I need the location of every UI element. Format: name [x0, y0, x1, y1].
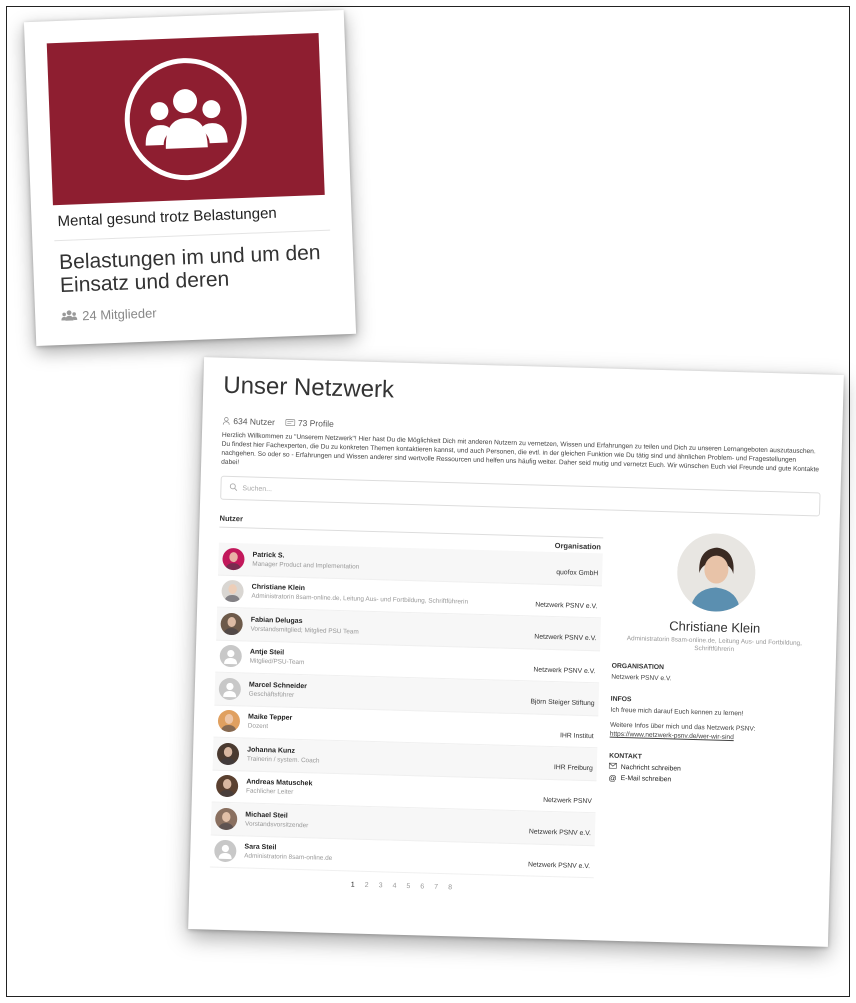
row-user-organisation: Netzwerk PSNV: [543, 796, 592, 805]
network-content: Nutzer Organisation Patrick S. Manager Pr…: [209, 513, 819, 902]
search-input[interactable]: Suchen...: [220, 475, 821, 517]
row-user-organisation: quofox GmbH: [556, 569, 599, 578]
row-user-info: Johanna Kunz Trainerin / system. Coach: [239, 746, 554, 771]
avatar: [214, 807, 238, 831]
row-user-organisation: IHR Institut: [559, 732, 594, 740]
row-user-info: Antje Steil Mitglied/PSU-Team: [242, 649, 534, 673]
page-link-2[interactable]: 2: [365, 882, 369, 889]
at-icon: @: [608, 773, 617, 783]
group-card[interactable]: Mental gesund trotz Belastungen Belastun…: [23, 9, 357, 347]
row-user-organisation: IHR Freiburg: [553, 764, 593, 773]
row-user-info: Marcel Schneider Geschäftsführer: [241, 681, 531, 705]
group-card-hero: [46, 32, 325, 206]
avatar: [220, 612, 243, 636]
user-count: 634 Nutzer: [222, 416, 275, 427]
table-body: Patrick S. Manager Product and Implementa…: [209, 542, 603, 879]
row-user-info: Michael Steil Vorstandsvorsitzender: [237, 811, 529, 835]
avatar: [217, 709, 241, 733]
row-user-organisation: Netzwerk PSNV e.V.: [527, 861, 591, 870]
members-icon: [61, 308, 78, 324]
row-user-info: Sara Steil Administratorin 8sam-online.de: [236, 844, 528, 868]
network-page: Unser Netzwerk 634 Nutzer 73 Profile Her…: [188, 357, 844, 947]
page-link-4[interactable]: 4: [392, 883, 396, 890]
group-card-member-count: 24 Mitglieder: [81, 305, 157, 324]
page-link-6[interactable]: 6: [420, 883, 424, 890]
profile-name: Christiane Klein: [669, 618, 761, 636]
avatar: [222, 547, 245, 571]
row-user-organisation: Netzwerk PSNV e.V.: [528, 828, 592, 838]
avatar: [219, 644, 243, 668]
page-link-8[interactable]: 8: [448, 884, 452, 891]
row-user-info: Christiane Klein Administratorin 8sam-onl…: [243, 584, 535, 608]
page-link-1[interactable]: 1: [351, 881, 355, 888]
send-email-link[interactable]: @ E-Mail schreiben: [608, 774, 812, 789]
row-user-organisation: Netzwerk PSNV e.V.: [535, 601, 598, 611]
avatar: [216, 742, 240, 766]
row-user-organisation: Netzwerk PSNV e.V.: [533, 666, 596, 675]
user-icon: [222, 417, 230, 425]
avatar: [215, 774, 239, 798]
profile-infos: Ich freue mich darauf Euch kennen zu ler…: [610, 706, 815, 745]
row-user-info: Andreas Matuschek Fachlicher Leiter: [238, 779, 544, 804]
avatar: [218, 677, 242, 701]
profile-infos-link[interactable]: https://www.netzwerk-psnv.de/wer-wir-sin…: [610, 731, 734, 741]
search-icon: [229, 483, 238, 493]
group-icon: [122, 55, 250, 183]
avatar: [221, 580, 244, 603]
row-user-organisation: Björn Steiger Stiftung: [530, 698, 595, 708]
user-table: Nutzer Organisation Patrick S. Manager Pr…: [209, 513, 604, 896]
profile-infos-line2: Weitere Infos über mich und das Netzwerk…: [609, 721, 756, 742]
envelope-icon: [608, 762, 617, 771]
profile-count: 73 Profile: [285, 417, 334, 429]
profile-subtitle: Administratorin 8sam-online.de, Leitung …: [626, 635, 803, 654]
profile-panel: Christiane Klein Administratorin 8sam-on…: [605, 525, 819, 902]
profile-org-value: Netzwerk PSNV e.V.: [611, 673, 672, 683]
page-title: Unser Netzwerk: [222, 371, 395, 404]
page-link-7[interactable]: 7: [434, 884, 438, 891]
col-header-organisation: Organisation: [554, 541, 602, 552]
row-user-info: Maike Tepper Dozent: [240, 714, 561, 739]
profile-infos-line1: Ich freue mich darauf Euch kennen zu ler…: [610, 706, 744, 718]
id-card-icon: [285, 418, 295, 427]
avatar: [214, 839, 237, 863]
row-user-info: Fabian Delugas Vorstandsmitglied; Mitglie…: [242, 616, 534, 640]
row-user-info: Patrick S. Manager Product and Implementa…: [244, 551, 556, 576]
group-card-title[interactable]: Belastungen im und um den Einsatz und de…: [54, 231, 332, 304]
page-link-5[interactable]: 5: [406, 883, 410, 890]
search-placeholder: Suchen...: [242, 484, 273, 493]
page-link-3[interactable]: 3: [379, 882, 383, 889]
row-user-organisation: Netzwerk PSNV e.V.: [534, 633, 597, 643]
profile-photo: [676, 532, 757, 613]
